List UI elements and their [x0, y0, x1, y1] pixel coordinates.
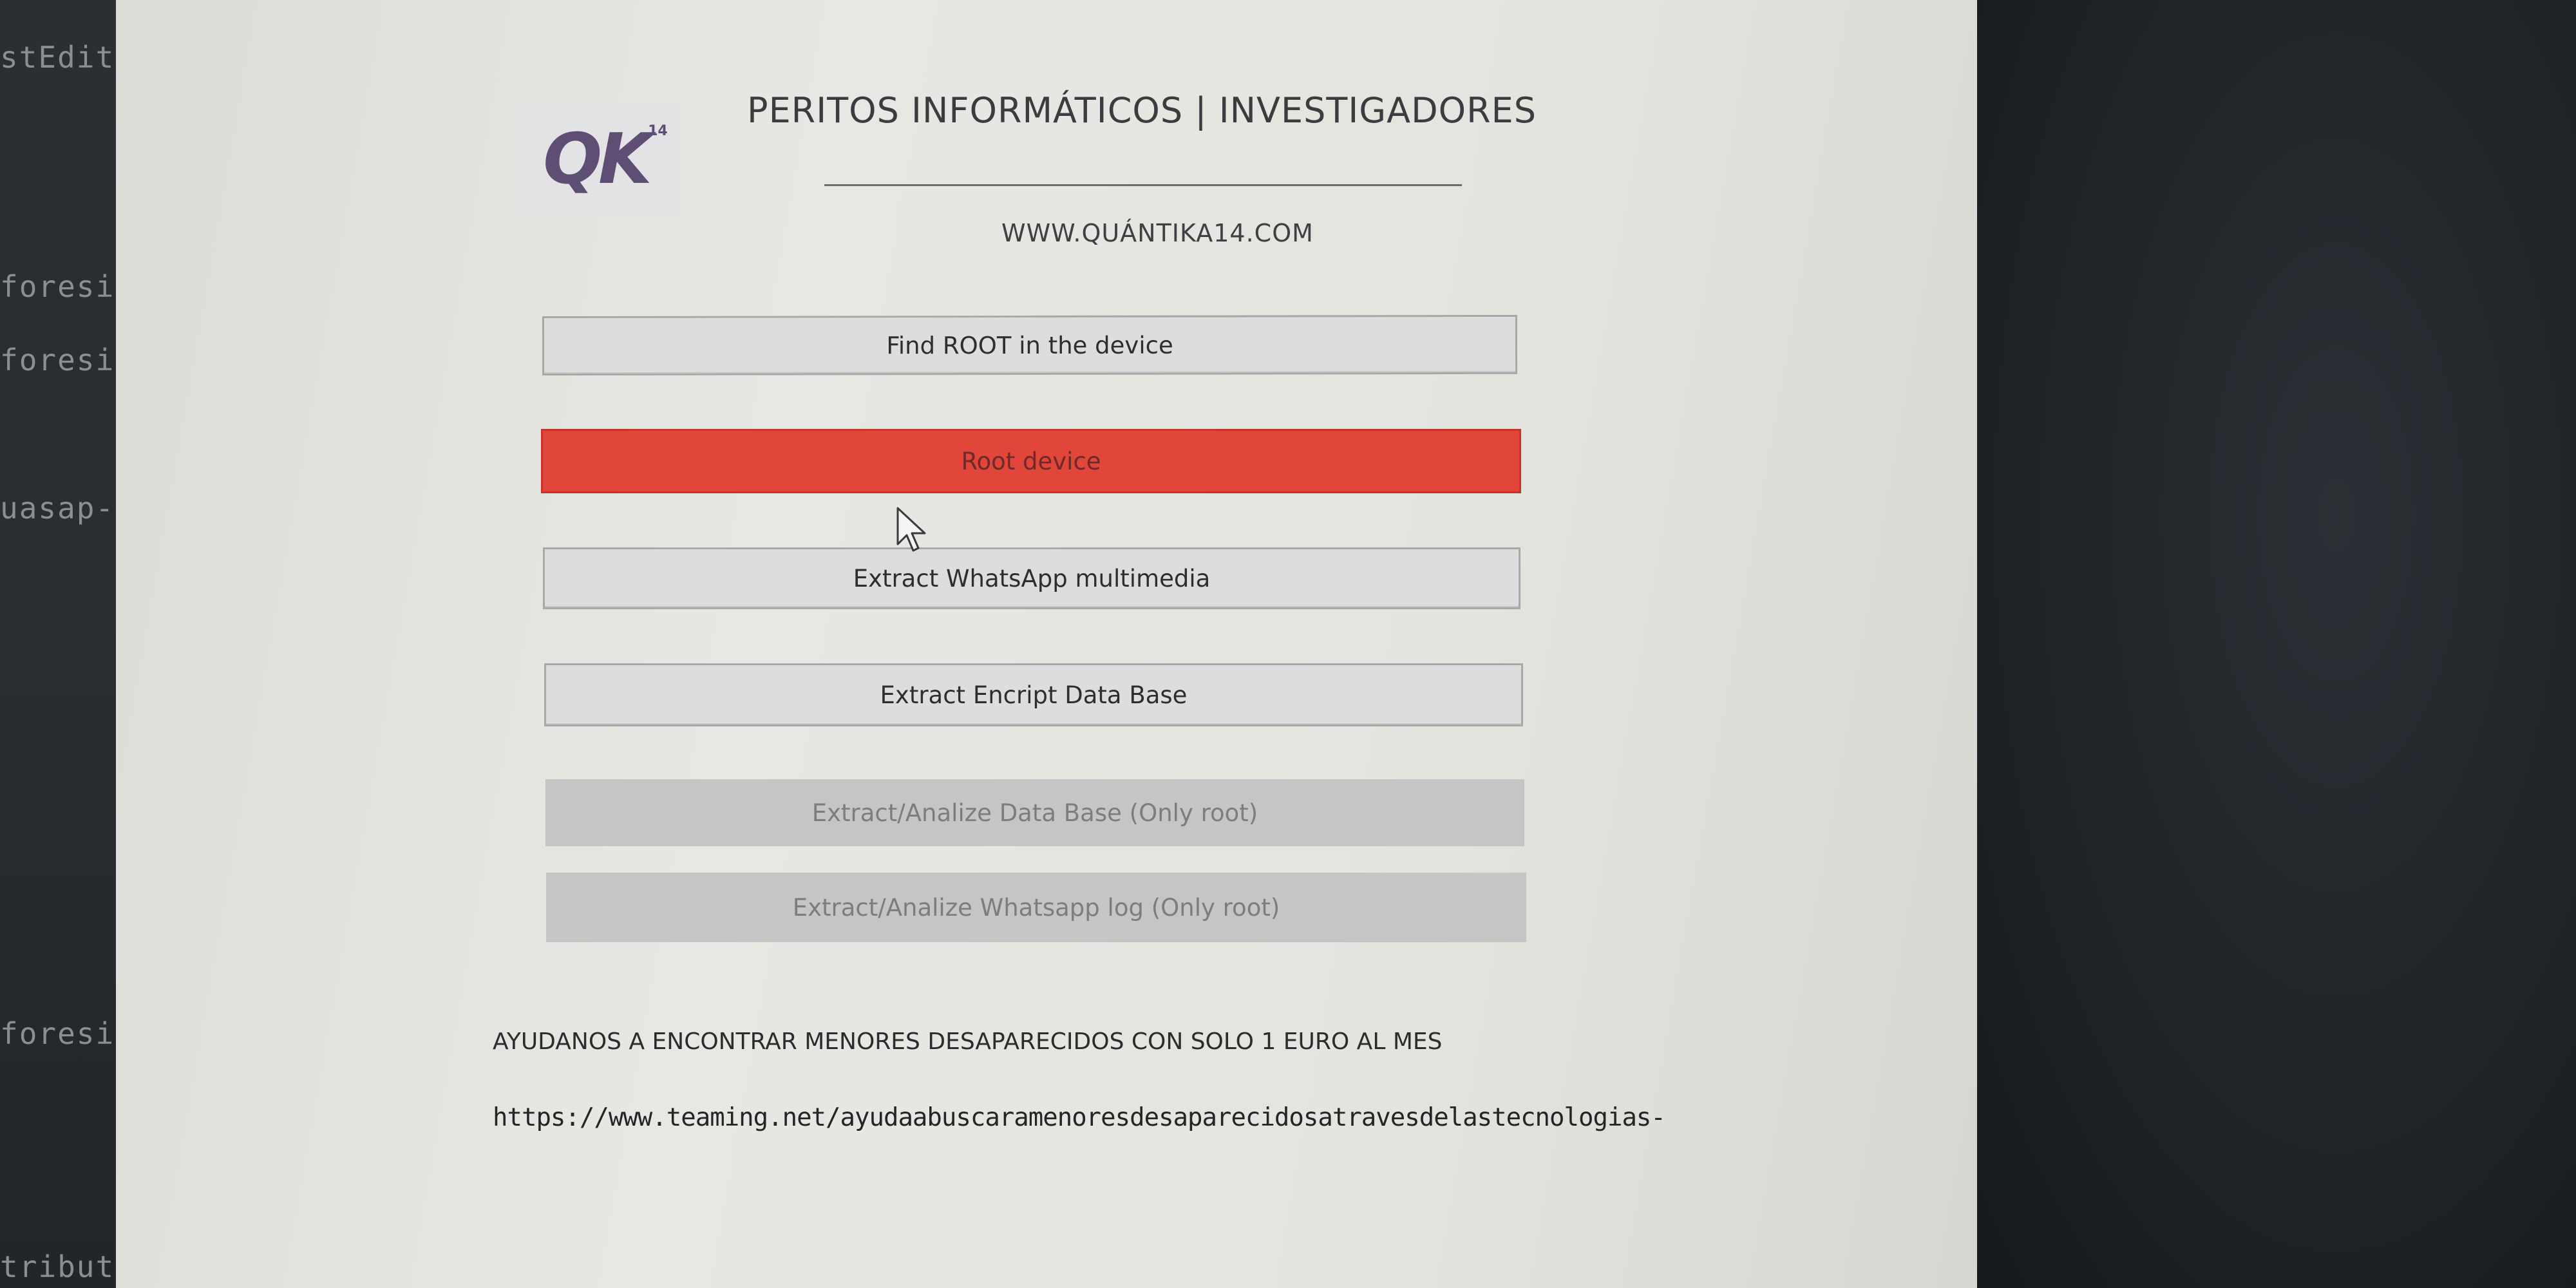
editor-line: tribut: [0, 1249, 115, 1284]
logo-text: QK 14: [543, 119, 668, 200]
code-editor-sidebar: stEdit foresi foresi uasap- foresi tribu…: [0, 0, 116, 1288]
editor-line: stEdit: [0, 40, 115, 75]
photo-of-screen: stEdit foresi foresi uasap- foresi tribu…: [0, 0, 2576, 1288]
website-url: WWW.QUÁNTIKA14.COM: [1001, 219, 1314, 247]
find-root-button[interactable]: Find ROOT in the device: [542, 314, 1518, 376]
mouse-pointer-icon: [896, 507, 926, 552]
company-logo: QK 14: [512, 103, 679, 216]
editor-line: foresi: [0, 269, 115, 304]
extract-whatsapp-multimedia-button[interactable]: Extract WhatsApp multimedia: [543, 547, 1520, 609]
donation-link[interactable]: https://www.teaming.net/ayudaabuscaramen…: [493, 1103, 1666, 1132]
editor-line: uasap-: [0, 491, 115, 526]
extract-encript-database-button[interactable]: Extract Encript Data Base: [544, 663, 1523, 726]
root-device-button[interactable]: Root device: [541, 429, 1521, 493]
editor-line: foresi: [0, 343, 115, 377]
extract-analize-whatsapp-log-button[interactable]: Extract/Analize Whatsapp log (Only root): [546, 873, 1526, 942]
donation-message: AYUDANOS A ENCONTRAR MENORES DESAPARECID…: [493, 1028, 1443, 1055]
header-divider: [824, 184, 1462, 186]
page-title: PERITOS INFORMÁTICOS | INVESTIGADORES: [747, 90, 1537, 131]
background-dark-area: [1977, 0, 2576, 1288]
app-window: [116, 0, 1996, 1288]
extract-analize-database-button[interactable]: Extract/Analize Data Base (Only root): [545, 779, 1524, 846]
editor-line: foresi: [0, 1016, 115, 1051]
logo-superscript: 14: [648, 123, 668, 139]
